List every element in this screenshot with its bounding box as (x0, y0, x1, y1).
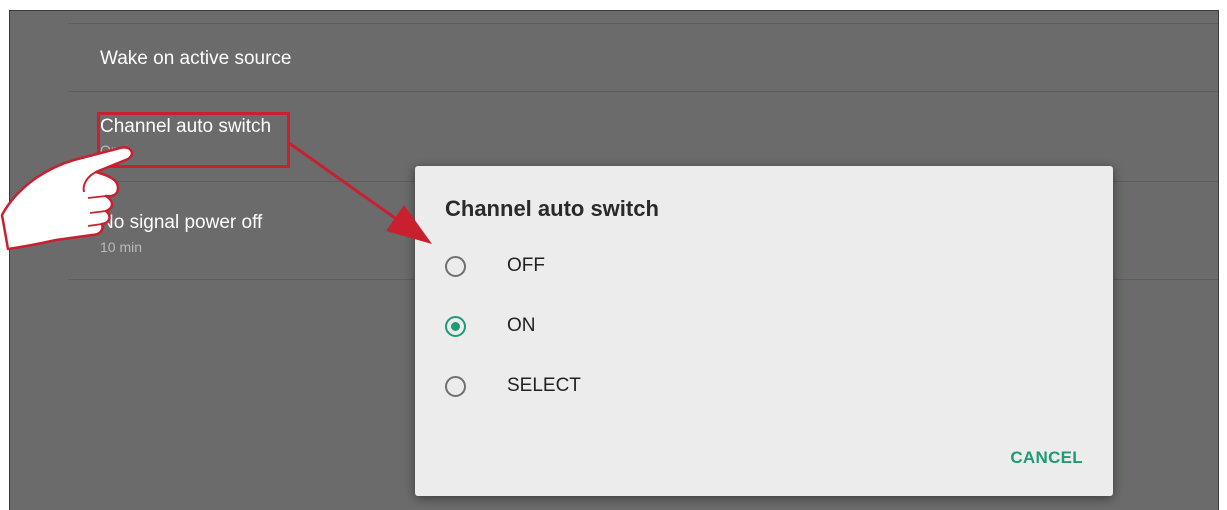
setting-value: 10 min (100, 239, 143, 255)
radio-unchecked-icon[interactable] (445, 255, 466, 277)
dialog-title: Channel auto switch (445, 196, 659, 221)
option-label: ON (507, 315, 536, 336)
channel-auto-switch-dialog: Channel auto switch OFF ON SELECT CANCEL (415, 166, 1113, 496)
setting-title: Wake on active source (100, 48, 292, 69)
option-off[interactable]: OFF (445, 251, 845, 281)
tv-settings-screen: Wake on active source Channel auto switc… (9, 10, 1219, 510)
option-select[interactable]: SELECT (445, 371, 845, 401)
annotation-highlight-box (97, 112, 290, 168)
setting-title: No signal power off (100, 212, 263, 233)
cancel-button[interactable]: CANCEL (1010, 448, 1083, 468)
radio-checked-icon[interactable] (445, 315, 466, 337)
option-on[interactable]: ON (445, 311, 845, 341)
radio-unchecked-icon[interactable] (445, 375, 466, 397)
option-label: OFF (507, 255, 545, 276)
option-label: SELECT (507, 375, 581, 396)
